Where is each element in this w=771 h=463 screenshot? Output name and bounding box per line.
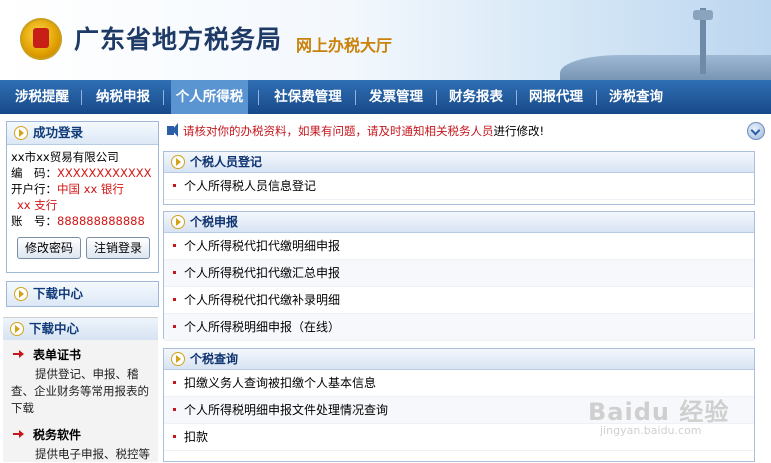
nav-item-tax-query[interactable]: 涉税查询: [598, 80, 674, 114]
download-item-title[interactable]: 税务软件: [33, 428, 81, 442]
site-title: 广东省地方税务局: [74, 25, 283, 54]
airport-building-graphic: [560, 55, 771, 80]
notice-bar: 请核对你的办税资料，如果有问题，请及时通知相关税务人员进行修改!: [163, 121, 769, 141]
bank-branch-value: xx 支行: [17, 198, 58, 212]
download-item-forms[interactable]: 表单证书: [11, 346, 81, 363]
code-value: XXXXXXXXXXXX: [57, 166, 152, 180]
download-item-desc: 提供电子申报、税控等: [35, 447, 150, 461]
nav-item-tax-filing[interactable]: 纳税申报: [85, 80, 161, 114]
nav-item-tax-reminder[interactable]: 涉税提醒: [4, 80, 80, 114]
list-item[interactable]: 个人所得税代扣代缴汇总申报: [164, 260, 754, 287]
bullet-icon: [173, 381, 176, 384]
login-heading: 成功登录: [33, 125, 84, 140]
baidu-watermark: Baidu 经验: [588, 398, 730, 426]
bullet-icon: [173, 435, 176, 438]
circle-arrow-icon: [14, 287, 28, 301]
red-arrow-icon: [13, 350, 24, 358]
download-center-header[interactable]: 下载中心: [7, 282, 158, 306]
list-item-link[interactable]: 个人所得税明细申报文件处理情况查询: [184, 403, 388, 417]
nav-separator: [516, 90, 517, 105]
download-center-heading[interactable]: 下载中心: [33, 286, 83, 301]
circle-arrow-icon: [171, 215, 185, 229]
nav-item-social-insurance[interactable]: 社保费管理: [264, 80, 352, 114]
bullet-icon: [173, 184, 176, 187]
list-item[interactable]: 个人所得税代扣代缴明细申报: [164, 233, 754, 260]
download-list-heading: 下载中心: [29, 321, 80, 336]
bullet-icon: [173, 408, 176, 411]
circle-arrow-icon: [10, 322, 24, 336]
main-nav: 涉税提醒 纳税申报 个人所得税 社保费管理 发票管理 财务报表 网报代理 涉税查…: [0, 80, 771, 114]
red-arrow-icon: [13, 430, 24, 438]
list-item-link[interactable]: 个人所得税代扣代缴汇总申报: [184, 266, 340, 280]
download-list-panel: 下载中心 表单证书 提供登记、申报、稽查、企业财务等常用报表的下载 税务软件 提…: [3, 317, 158, 462]
notice-text-red: 请核对你的办税资料，如果有问题，请及时通知相关税务人员: [183, 124, 494, 138]
section-title: 个税人员登记: [190, 155, 263, 169]
section-header: 个税申报: [164, 212, 754, 233]
list-item[interactable]: 个人所得税明细申报（在线）: [164, 314, 754, 341]
download-center-panel[interactable]: 下载中心: [6, 281, 159, 307]
nav-separator: [163, 90, 164, 105]
code-label: 编 码：: [11, 166, 57, 180]
download-item-software[interactable]: 税务软件: [11, 426, 81, 443]
nav-item-invoice[interactable]: 发票管理: [358, 80, 434, 114]
download-item-title[interactable]: 表单证书: [33, 348, 81, 362]
notice-text-tail: 进行修改!: [493, 124, 545, 138]
login-info: xx市xx贸易有限公司 编 码：XXXXXXXXXXXX 开户行：中国 xx 银…: [7, 145, 158, 229]
site-header: 广东省地方税务局 网上办税大厅: [0, 0, 771, 80]
list-item-link[interactable]: 个人所得税代扣代缴明细申报: [184, 239, 340, 253]
nav-separator: [436, 90, 437, 105]
circle-arrow-icon: [171, 352, 185, 366]
circle-arrow-icon: [14, 126, 28, 140]
logout-button[interactable]: 注销登录: [86, 237, 150, 259]
nav-separator: [355, 90, 356, 105]
list-item-link[interactable]: 个人所得税代扣代缴补录明细: [184, 293, 340, 307]
nav-item-financial-statements[interactable]: 财务报表: [438, 80, 514, 114]
login-panel: 成功登录 xx市xx贸易有限公司 编 码：XXXXXXXXXXXX 开户行：中国…: [6, 121, 159, 273]
section-tax-filing: 个税申报 个人所得税代扣代缴明细申报 个人所得税代扣代缴汇总申报 个人所得税代扣…: [163, 211, 755, 341]
bullet-icon: [173, 244, 176, 247]
collapse-chevron-icon[interactable]: [747, 122, 765, 140]
bank-label: 开户行：: [11, 182, 57, 196]
section-title: 个税申报: [190, 215, 239, 229]
list-item-link[interactable]: 个人所得税人员信息登记: [184, 179, 316, 193]
nav-item-personal-income-tax[interactable]: 个人所得税: [171, 80, 248, 114]
download-list-header: 下载中心: [3, 318, 158, 340]
nav-separator: [258, 90, 259, 105]
change-password-button[interactable]: 修改密码: [17, 237, 81, 259]
bullet-icon: [173, 298, 176, 301]
section-title: 个税查询: [190, 352, 239, 366]
control-tower-top-graphic: [693, 10, 713, 20]
circle-arrow-icon: [171, 155, 185, 169]
bank-value: 中国 xx 银行: [57, 182, 124, 196]
list-item-link[interactable]: 扣缴义务人查询被扣缴个人基本信息: [184, 376, 376, 390]
tax-emblem-logo: [20, 18, 62, 60]
account-value: 888888888888: [57, 214, 145, 228]
list-item-link[interactable]: 个人所得税明细申报（在线）: [184, 320, 340, 334]
download-item-desc: 提供登记、申报、稽查、企业财务等常用报表的下载: [11, 367, 149, 415]
bullet-icon: [173, 325, 176, 328]
site-subtitle: 网上办税大厅: [296, 36, 393, 55]
nav-separator: [596, 90, 597, 105]
notice-text: 请核对你的办税资料，如果有问题，请及时通知相关税务人员进行修改!: [183, 121, 544, 141]
section-header: 个税查询: [164, 349, 754, 370]
section-personnel-registration: 个税人员登记 个人所得税人员信息登记: [163, 151, 755, 205]
list-item[interactable]: 个人所得税代扣代缴补录明细: [164, 287, 754, 314]
baidu-watermark-url: jingyan.baidu.com: [600, 424, 702, 437]
nav-item-agent-filing[interactable]: 网报代理: [518, 80, 594, 114]
section-header: 个税人员登记: [164, 152, 754, 173]
speaker-icon: [167, 123, 178, 137]
list-item[interactable]: 个人所得税人员信息登记: [164, 173, 754, 200]
company-name: xx市xx贸易有限公司: [11, 150, 119, 164]
account-label: 账 号：: [11, 214, 57, 228]
nav-separator: [81, 90, 82, 105]
login-panel-header: 成功登录: [7, 122, 158, 145]
bullet-icon: [173, 271, 176, 274]
list-item-link[interactable]: 扣款: [184, 430, 208, 444]
